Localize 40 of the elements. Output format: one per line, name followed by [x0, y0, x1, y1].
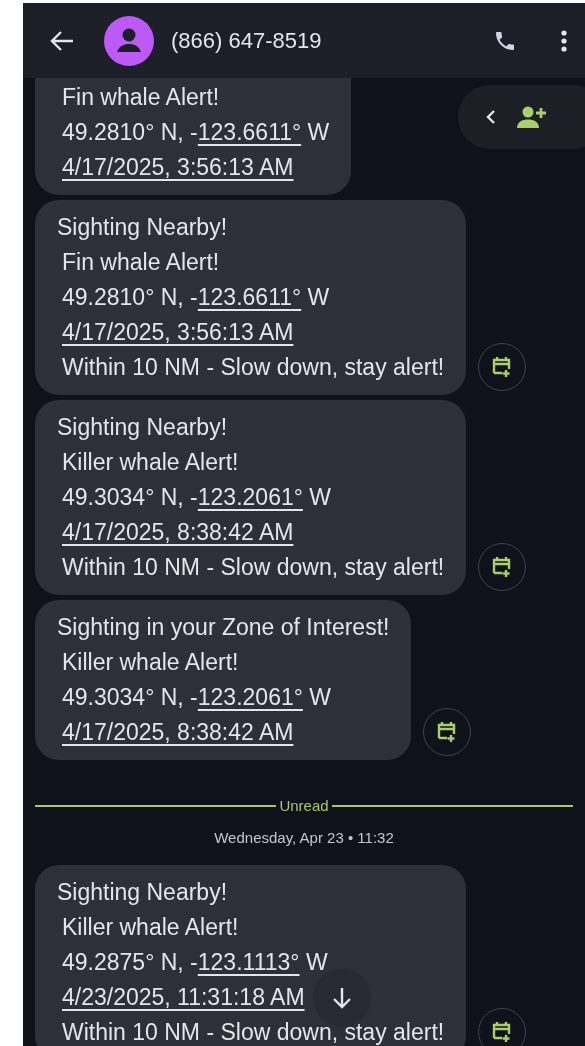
collapse-button[interactable] — [486, 109, 496, 125]
coordinates-text: 49.3034° N, -123.2061° W — [62, 483, 332, 512]
longitude-link[interactable]: 123.6611° — [197, 284, 302, 310]
contact-name: (866) 647-8519 — [171, 27, 323, 54]
timestamp-link[interactable]: 4/17/2025, 3:56:13 AM — [62, 319, 294, 345]
coordinates-text: 49.3034° N, -123.2061° W — [62, 683, 332, 712]
species-text: Killer whale Alert! — [62, 913, 239, 942]
longitude-link[interactable]: 123.1113° — [197, 949, 300, 975]
chevron-left-icon — [486, 109, 496, 125]
add-person-icon — [516, 105, 548, 129]
back-arrow-icon — [50, 29, 74, 52]
longitude-link[interactable]: 123.2061° — [197, 484, 303, 510]
more-options-button[interactable] — [561, 29, 567, 52]
down-arrow-icon — [332, 987, 352, 1009]
coordinates-text: 49.2810° N, -123.6611° W — [62, 283, 330, 312]
warning-text: Within 10 NM - Slow down, stay alert! — [62, 1018, 445, 1046]
unread-label: Unread — [279, 797, 329, 814]
add-contact-button[interactable] — [516, 105, 548, 129]
message-title: Sighting in your Zone of Interest! — [57, 613, 390, 642]
message-title: Sighting Nearby! — [57, 213, 228, 242]
coordinates-text: 49.2875° N, -123.1113° W — [62, 948, 328, 977]
timestamp-link[interactable]: 4/17/2025, 8:38:42 AM — [62, 719, 294, 745]
species-text: Killer whale Alert! — [62, 648, 239, 677]
more-vertical-icon — [561, 29, 567, 52]
species-text: Killer whale Alert! — [62, 448, 239, 477]
longitude-link[interactable]: 123.2061° — [197, 684, 303, 710]
message-title: Sighting Nearby! — [57, 878, 228, 907]
coordinates-text: 49.2810° N, -123.6611° W — [62, 118, 330, 147]
longitude-link[interactable]: 123.6611° — [197, 119, 302, 145]
timestamp-link[interactable]: 4/23/2025, 11:31:18 AM — [62, 984, 305, 1010]
warning-text: Within 10 NM - Slow down, stay alert! — [62, 553, 445, 582]
species-text: Fin whale Alert! — [62, 248, 220, 277]
contact-avatar[interactable] — [104, 15, 154, 66]
warning-text: Within 10 NM - Slow down, stay alert! — [62, 353, 445, 382]
timestamp-link[interactable]: 4/17/2025, 3:56:13 AM — [62, 154, 294, 180]
back-button[interactable] — [50, 29, 74, 52]
date-header: Wednesday, Apr 23 • 11:32 — [213, 829, 395, 846]
species-text: Fin whale Alert! — [62, 83, 220, 112]
message-title: Sighting Nearby! — [57, 413, 228, 442]
timestamp-link[interactable]: 4/17/2025, 8:38:42 AM — [62, 519, 294, 545]
